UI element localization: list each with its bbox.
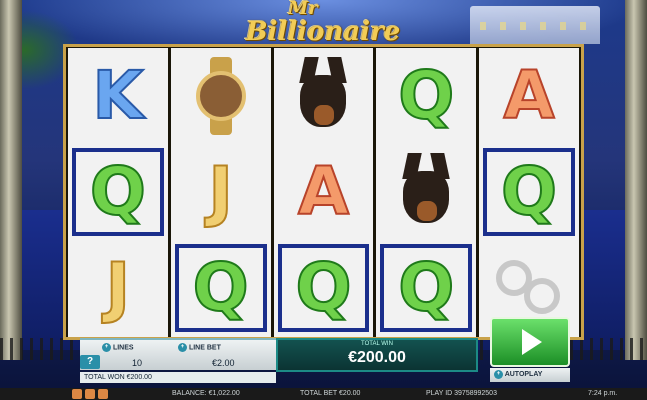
symbol-a: A — [479, 48, 579, 144]
autoplay-icon: + — [494, 369, 503, 379]
spin-button[interactable] — [490, 317, 570, 367]
mansion-image — [470, 6, 600, 44]
reel-3: AQ — [273, 48, 374, 337]
symbol-q-winning: Q — [277, 244, 370, 332]
symbol-letter: Q — [397, 249, 455, 326]
home-icon[interactable] — [98, 389, 108, 399]
autoplay-button[interactable]: + AUTOPLAY — [490, 368, 570, 382]
symbol-letter: J — [105, 249, 132, 326]
status-bar: BALANCE: €1,022.00 TOTAL BET €20.00 PLAY… — [0, 388, 647, 400]
watch-icon — [192, 57, 250, 135]
symbol-letter: A — [503, 57, 556, 134]
reel-4: QQ — [376, 48, 477, 337]
symbol-q-winning: Q — [380, 244, 473, 332]
play-id-text: PLAY ID 39758992503 — [426, 390, 497, 397]
handcuffs-icon — [494, 258, 564, 318]
lines-value: 10 — [132, 358, 143, 368]
symbol-q: Q — [376, 48, 476, 144]
symbol-k: K — [68, 48, 168, 144]
game-logo: Mr Billionaire — [212, 0, 434, 48]
play-icon — [522, 329, 542, 355]
help-button[interactable]: ? — [80, 355, 100, 369]
doberman-icon — [395, 153, 457, 231]
line-bet-panel[interactable]: + LINE BET €2.00 — [176, 338, 276, 370]
total-win-value: €200.00 — [348, 349, 406, 366]
symbol-letter: Q — [397, 57, 455, 134]
symbol-q-winning: Q — [174, 244, 267, 332]
symbol-watch — [171, 48, 271, 144]
autoplay-label: AUTOPLAY — [504, 371, 543, 378]
symbol-letter: A — [297, 153, 350, 230]
right-column — [625, 0, 647, 360]
total-won-text: TOTAL WON €200.00 — [80, 372, 276, 383]
symbol-q-winning: Q — [72, 148, 164, 236]
total-win-display: TOTAL WIN €200.00 — [276, 338, 478, 372]
symbol-dog — [376, 144, 476, 240]
symbol-letter: K — [91, 57, 144, 134]
symbol-letter: Q — [500, 153, 558, 230]
line-bet-value: €2.00 — [212, 358, 235, 368]
line-bet-adjust-icon: + — [178, 343, 187, 352]
symbol-a: A — [274, 144, 374, 240]
logo-mr: Mr — [288, 0, 318, 19]
total-bet-text: TOTAL BET €20.00 — [300, 390, 361, 397]
balance-text: BALANCE: €1,022.00 — [172, 390, 240, 397]
lines-adjust-icon: + — [102, 343, 111, 352]
reel-grid: KQJJQAQQQAQ — [68, 48, 579, 337]
symbol-j: J — [171, 144, 271, 240]
symbol-letter: Q — [294, 249, 352, 326]
total-win-label: TOTAL WIN — [361, 341, 393, 347]
reel-5: AQ — [479, 48, 579, 337]
symbol-j: J — [68, 240, 168, 336]
settings-icon[interactable] — [85, 389, 95, 399]
symbol-letter: J — [207, 153, 234, 230]
symbol-dog — [274, 48, 374, 144]
clock-text: 7:24 p.m. — [588, 390, 618, 397]
lines-label: + LINES — [102, 343, 134, 352]
symbol-letter: Q — [89, 153, 147, 230]
line-bet-label: + LINE BET — [178, 343, 221, 352]
reel-2: JQ — [170, 48, 271, 337]
left-column — [0, 0, 22, 360]
reel-1: KQJ — [68, 48, 168, 337]
symbol-q-winning: Q — [483, 148, 575, 236]
doberman-icon — [292, 57, 354, 135]
logo-billionaire: Billionaire — [245, 17, 401, 47]
symbol-letter: Q — [192, 249, 250, 326]
sound-icon[interactable] — [72, 389, 82, 399]
